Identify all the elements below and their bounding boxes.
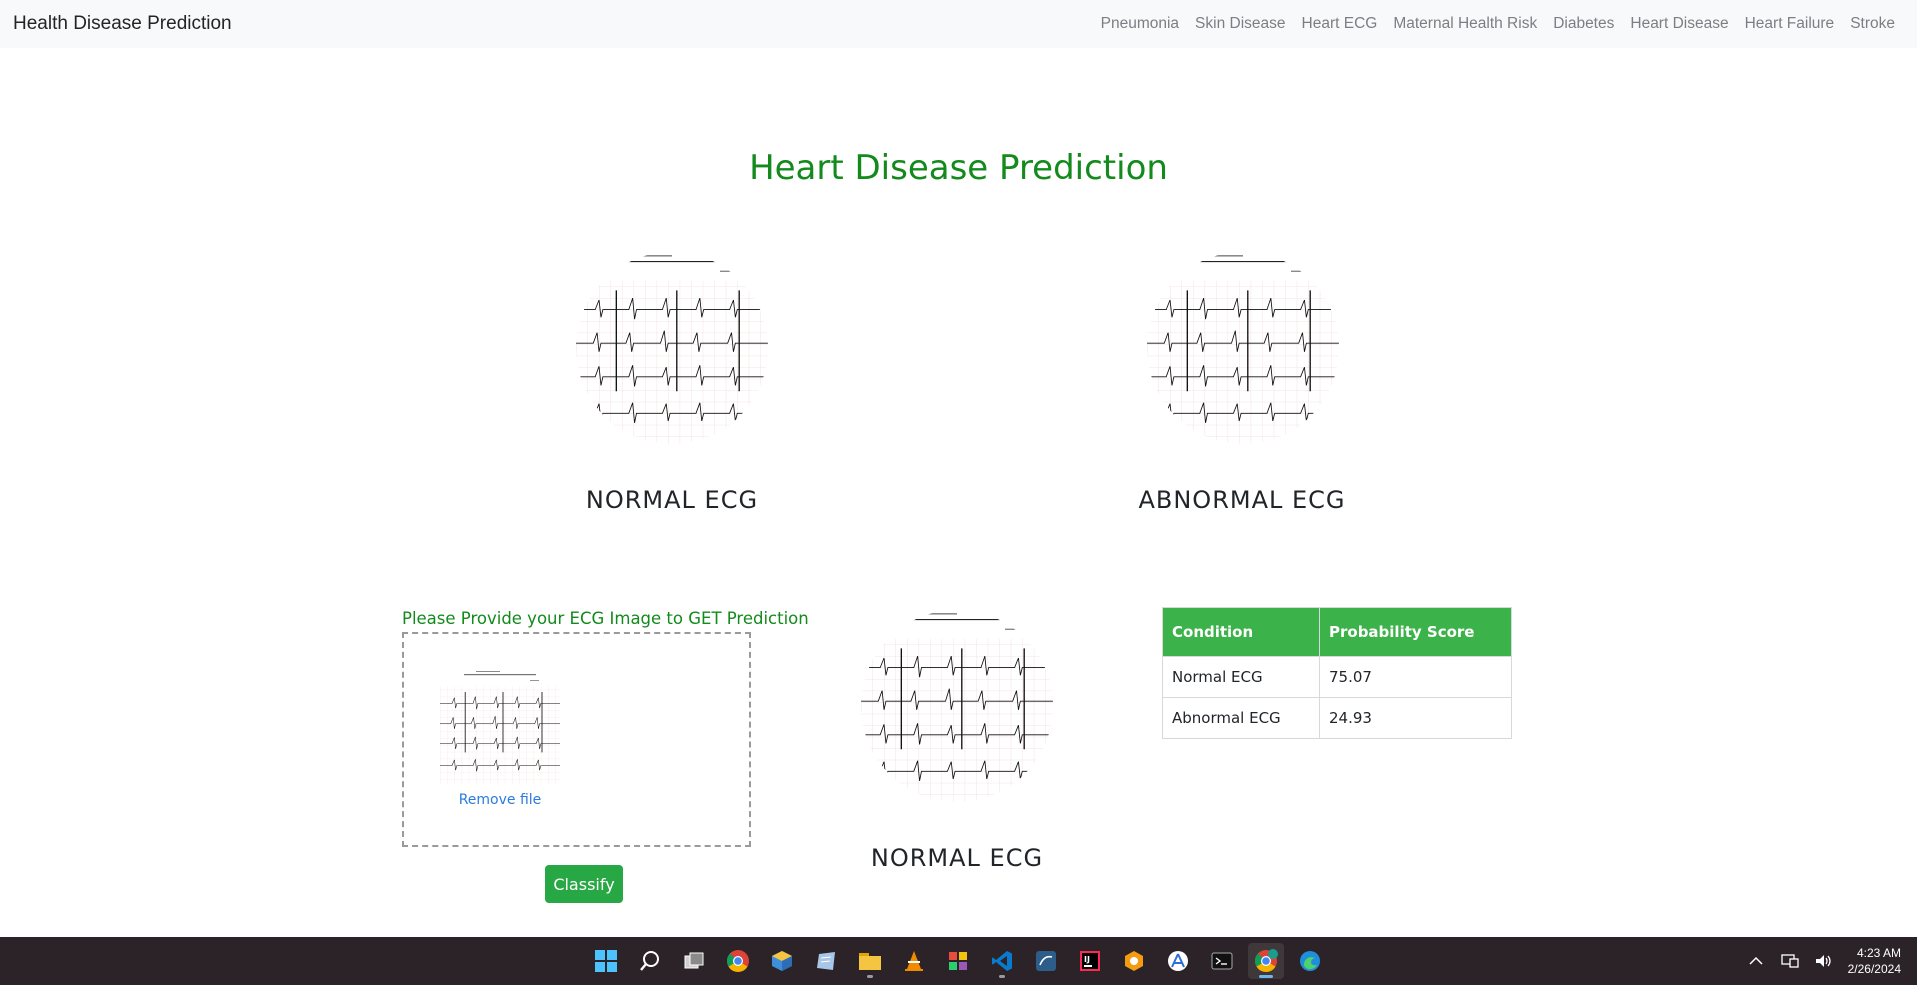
nav-link-skin-disease[interactable]: Skin Disease bbox=[1187, 15, 1293, 33]
chevron-up-icon[interactable] bbox=[1746, 951, 1766, 971]
app-store-icon[interactable] bbox=[1160, 943, 1196, 979]
svg-text:IJ: IJ bbox=[1084, 955, 1090, 964]
notes-icon[interactable] bbox=[808, 943, 844, 979]
clock[interactable]: 4:23 AM 2/26/2024 bbox=[1848, 945, 1901, 977]
system-tray: 4:23 AM 2/26/2024 bbox=[1746, 937, 1901, 985]
taskbar-apps: IJ bbox=[588, 937, 1328, 985]
upload-prompt: Please Provide your ECG Image to GET Pre… bbox=[402, 609, 809, 628]
nav-links: Pneumonia Skin Disease Heart ECG Materna… bbox=[1093, 15, 1903, 33]
normal-ecg-label: NORMAL ECG bbox=[585, 486, 759, 514]
nav-link-heart-disease[interactable]: Heart Disease bbox=[1622, 15, 1736, 33]
app-orange-icon[interactable] bbox=[1116, 943, 1152, 979]
prediction-label: NORMAL ECG bbox=[870, 844, 1044, 872]
nav-link-pneumonia[interactable]: Pneumonia bbox=[1093, 15, 1187, 33]
navbar: Health Disease Prediction Pneumonia Skin… bbox=[0, 0, 1917, 48]
vscode-icon[interactable] bbox=[984, 943, 1020, 979]
volume-icon[interactable] bbox=[1814, 951, 1834, 971]
abnormal-ecg-sample-image bbox=[1147, 252, 1339, 444]
network-icon[interactable] bbox=[1780, 951, 1800, 971]
cell-condition: Abnormal ECG bbox=[1162, 697, 1320, 739]
task-view-icon[interactable] bbox=[676, 943, 712, 979]
chrome-icon[interactable] bbox=[720, 943, 756, 979]
file-explorer-icon[interactable] bbox=[852, 943, 888, 979]
cell-condition: Normal ECG bbox=[1162, 656, 1320, 698]
predicted-ecg-image bbox=[861, 610, 1053, 802]
normal-ecg-sample-image bbox=[576, 252, 768, 444]
edge-icon[interactable] bbox=[1292, 943, 1328, 979]
classify-button[interactable]: Classify bbox=[545, 865, 623, 903]
table-header-row: Condition Probability Score bbox=[1162, 607, 1512, 657]
app-cube-icon[interactable] bbox=[764, 943, 800, 979]
header-probability-score: Probability Score bbox=[1319, 607, 1512, 657]
search-icon[interactable] bbox=[632, 943, 668, 979]
clock-time: 4:23 AM bbox=[1856, 946, 1901, 960]
remove-file-link[interactable]: Remove file bbox=[430, 792, 570, 808]
table-row: Abnormal ECG 24.93 bbox=[1162, 697, 1512, 739]
cell-score: 24.93 bbox=[1319, 697, 1512, 739]
nav-link-heart-failure[interactable]: Heart Failure bbox=[1737, 15, 1843, 33]
terminal-icon[interactable] bbox=[1204, 943, 1240, 979]
ecg-dropzone[interactable]: Remove file bbox=[402, 632, 751, 847]
mysql-workbench-icon[interactable] bbox=[1028, 943, 1064, 979]
uploaded-file-thumbnail bbox=[440, 669, 560, 784]
table-row: Normal ECG 75.07 bbox=[1162, 656, 1512, 698]
header-condition: Condition bbox=[1162, 607, 1320, 657]
nav-link-diabetes[interactable]: Diabetes bbox=[1545, 15, 1622, 33]
page-title: Heart Disease Prediction bbox=[749, 148, 1168, 188]
cell-score: 75.07 bbox=[1319, 656, 1512, 698]
intellij-icon[interactable]: IJ bbox=[1072, 943, 1108, 979]
nav-link-heart-ecg[interactable]: Heart ECG bbox=[1294, 15, 1386, 33]
clock-date: 2/26/2024 bbox=[1847, 962, 1901, 976]
probability-table: Condition Probability Score Normal ECG 7… bbox=[1162, 607, 1512, 739]
nav-link-stroke[interactable]: Stroke bbox=[1842, 15, 1903, 33]
taskbar: IJ 4:23 AM 2/26/2024 bbox=[0, 937, 1917, 985]
app-grid-icon[interactable] bbox=[940, 943, 976, 979]
abnormal-ecg-label: ABNORMAL ECG bbox=[1138, 486, 1346, 514]
navbar-brand[interactable]: Health Disease Prediction bbox=[13, 13, 232, 35]
vlc-icon[interactable] bbox=[896, 943, 932, 979]
nav-link-maternal-health-risk[interactable]: Maternal Health Risk bbox=[1385, 15, 1545, 33]
chrome-profile-icon[interactable] bbox=[1248, 943, 1284, 979]
start-icon[interactable] bbox=[588, 943, 624, 979]
